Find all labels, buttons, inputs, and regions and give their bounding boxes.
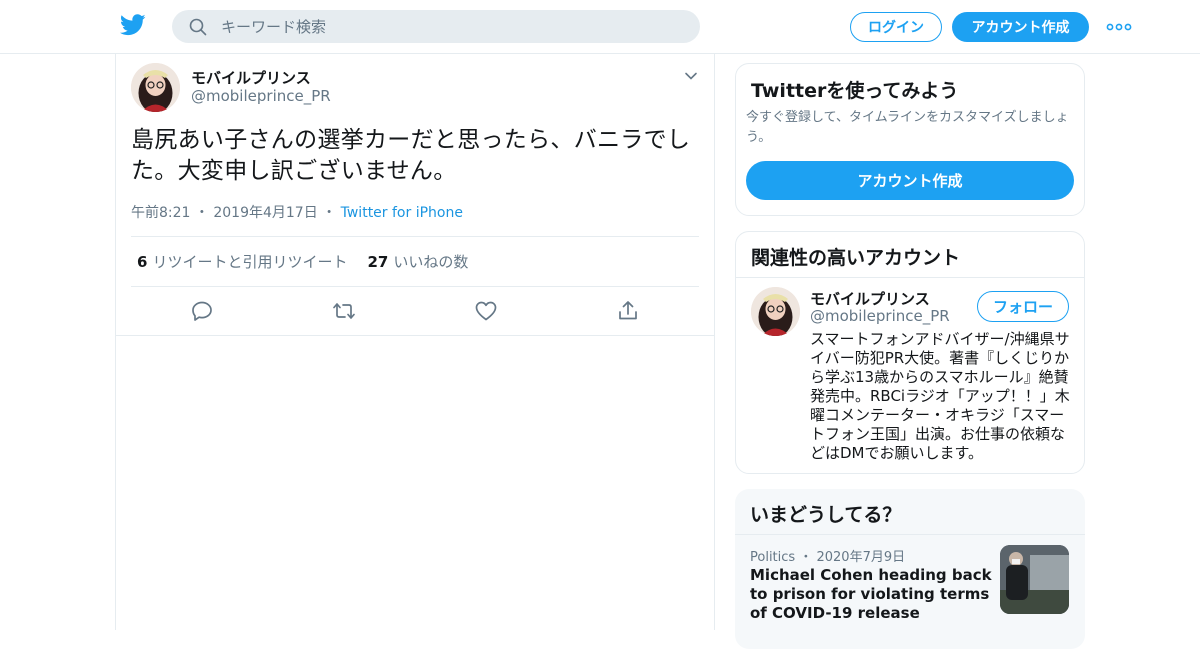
twitter-bird-icon[interactable] xyxy=(120,14,146,36)
trend-meta: Politics ・ 2020年7月9日 xyxy=(750,546,905,565)
retweet-label[interactable]: リツイートと引用リツイート xyxy=(152,251,347,272)
signup-card-button[interactable]: アカウント作成 xyxy=(746,161,1074,200)
trends-card: いまどうしてる？ Politics ・ 2020年7月9日 Michael Co… xyxy=(735,489,1085,649)
trend-category: Politics xyxy=(750,550,796,565)
related-account-bio: スマートフォンアドバイザー/沖縄県サイバー防犯PR大使。著書『しくじりから学ぶ1… xyxy=(810,330,1070,462)
trend-date: 2020年7月9日 xyxy=(816,550,906,565)
tweet-date[interactable]: 2019年4月17日 xyxy=(213,205,317,221)
meta-separator: ・ xyxy=(799,550,813,565)
related-accounts-card: 関連性の高いアカウント モバイルプリンス @mobileprince_PR フォ… xyxy=(735,231,1085,474)
search-input[interactable] xyxy=(221,17,661,36)
follow-button[interactable]: フォロー xyxy=(977,291,1069,322)
search-icon xyxy=(189,18,207,35)
login-button[interactable]: ログイン xyxy=(850,12,942,42)
meta-separator: ・ xyxy=(194,205,209,221)
signup-card: Twitterを使ってみよう 今すぐ登録して、タイムラインをカスタマイズしましょ… xyxy=(735,63,1085,216)
tweet-time[interactable]: 午前8:21 xyxy=(131,205,190,221)
share-icon[interactable] xyxy=(616,299,640,323)
main-column: モバイルプリンス @mobileprince_PR 島尻あい子さんの選挙カーだと… xyxy=(115,54,715,630)
avatar-photo xyxy=(751,287,800,336)
retweet-count[interactable]: 6 xyxy=(137,253,147,271)
signup-button[interactable]: アカウント作成 xyxy=(952,12,1089,42)
reply-icon[interactable] xyxy=(190,299,214,323)
avatar-photo xyxy=(131,63,180,112)
meta-separator: ・ xyxy=(322,205,337,221)
top-bar: ログイン アカウント作成 xyxy=(0,0,1200,54)
author-name[interactable]: モバイルプリンス xyxy=(191,67,311,88)
trend-headline[interactable]: Michael Cohen heading back to prison for… xyxy=(750,566,995,623)
tweet-source-link[interactable]: Twitter for iPhone xyxy=(341,205,463,221)
tweet-actions xyxy=(116,294,714,328)
related-account-handle[interactable]: @mobileprince_PR xyxy=(810,307,950,325)
avatar[interactable] xyxy=(131,63,180,112)
related-accounts-title: 関連性の高いアカウント xyxy=(751,247,961,269)
like-count[interactable]: 27 xyxy=(367,253,388,271)
trend-thumbnail[interactable] xyxy=(1000,545,1069,614)
like-label[interactable]: いいねの数 xyxy=(393,251,468,272)
tweet: モバイルプリンス @mobileprince_PR 島尻あい子さんの選挙カーだと… xyxy=(116,54,714,336)
search-box[interactable] xyxy=(172,10,700,43)
author-handle[interactable]: @mobileprince_PR xyxy=(191,87,331,105)
tweet-stats: 6 リツイートと引用リツイート 27 いいねの数 xyxy=(131,236,699,287)
divider xyxy=(736,277,1084,278)
signup-card-title: Twitterを使ってみよう xyxy=(751,80,959,102)
avatar[interactable] xyxy=(751,287,800,336)
tweet-meta: 午前8:21 ・ 2019年4月17日 ・ Twitter for iPhone xyxy=(131,202,463,222)
like-heart-icon[interactable] xyxy=(474,299,498,323)
more-dots-icon[interactable] xyxy=(1106,17,1132,37)
chevron-down-icon[interactable] xyxy=(684,69,698,83)
trends-title: いまどうしてる？ xyxy=(750,504,902,526)
signup-card-description: 今すぐ登録して、タイムラインをカスタマイズしましょう。 xyxy=(746,110,1069,145)
retweet-icon[interactable] xyxy=(332,299,356,323)
related-account-name[interactable]: モバイルプリンス xyxy=(810,288,930,309)
divider xyxy=(735,534,1085,535)
tweet-text: 島尻あい子さんの選挙カーだと思ったら、バニラでした。大変申し訳ございません。 xyxy=(131,127,691,184)
trend-photo xyxy=(1000,545,1069,614)
